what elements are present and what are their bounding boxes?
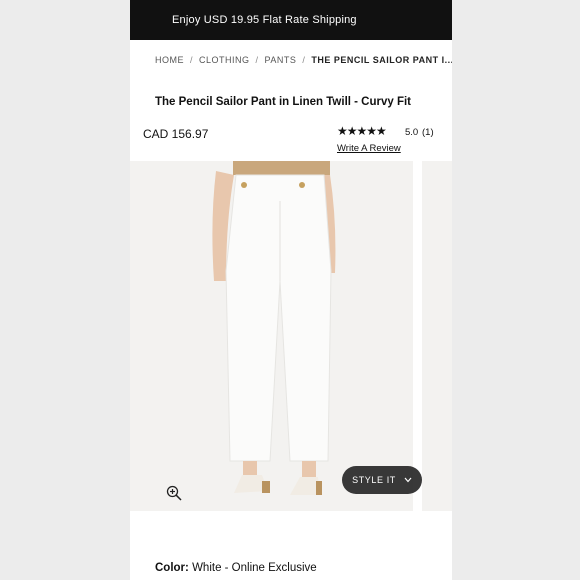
write-review-link[interactable]: Write A Review: [337, 143, 401, 154]
product-image[interactable]: [130, 161, 413, 511]
color-value: White - Online Exclusive: [192, 562, 317, 574]
next-product-image[interactable]: [422, 161, 452, 511]
promo-text: Enjoy USD 19.95 Flat Rate Shipping: [172, 14, 357, 26]
star-rating-icon[interactable]: ★★★★★: [337, 124, 387, 138]
breadcrumb-clothing[interactable]: CLOTHING: [199, 55, 250, 65]
breadcrumb-pants[interactable]: PANTS: [265, 55, 297, 65]
rating-value: 5.0: [405, 127, 419, 138]
color-selection: Color: White - Online Exclusive: [155, 562, 317, 574]
breadcrumb-home[interactable]: HOME: [155, 55, 184, 65]
style-it-label: STYLE IT: [352, 475, 396, 485]
zoom-in-icon[interactable]: [166, 485, 182, 501]
breadcrumb-separator: /: [190, 55, 194, 65]
breadcrumb-current: THE PENCIL SAILOR PANT I...: [311, 55, 452, 65]
style-it-button[interactable]: STYLE IT: [342, 466, 422, 494]
review-count[interactable]: (1): [422, 127, 434, 138]
promo-banner[interactable]: Enjoy USD 19.95 Flat Rate Shipping: [130, 0, 452, 40]
product-page: Enjoy USD 19.95 Flat Rate Shipping HOME …: [130, 0, 452, 580]
breadcrumb-separator: /: [302, 55, 306, 65]
chevron-down-icon: [404, 477, 412, 483]
color-label: Color:: [155, 562, 189, 574]
product-price: CAD 156.97: [143, 127, 209, 141]
product-photo-illustration: [212, 161, 336, 495]
breadcrumb-separator: /: [255, 55, 259, 65]
breadcrumb: HOME / CLOTHING / PANTS / THE PENCIL SAI…: [155, 55, 452, 65]
product-title: The Pencil Sailor Pant in Linen Twill - …: [155, 96, 412, 108]
